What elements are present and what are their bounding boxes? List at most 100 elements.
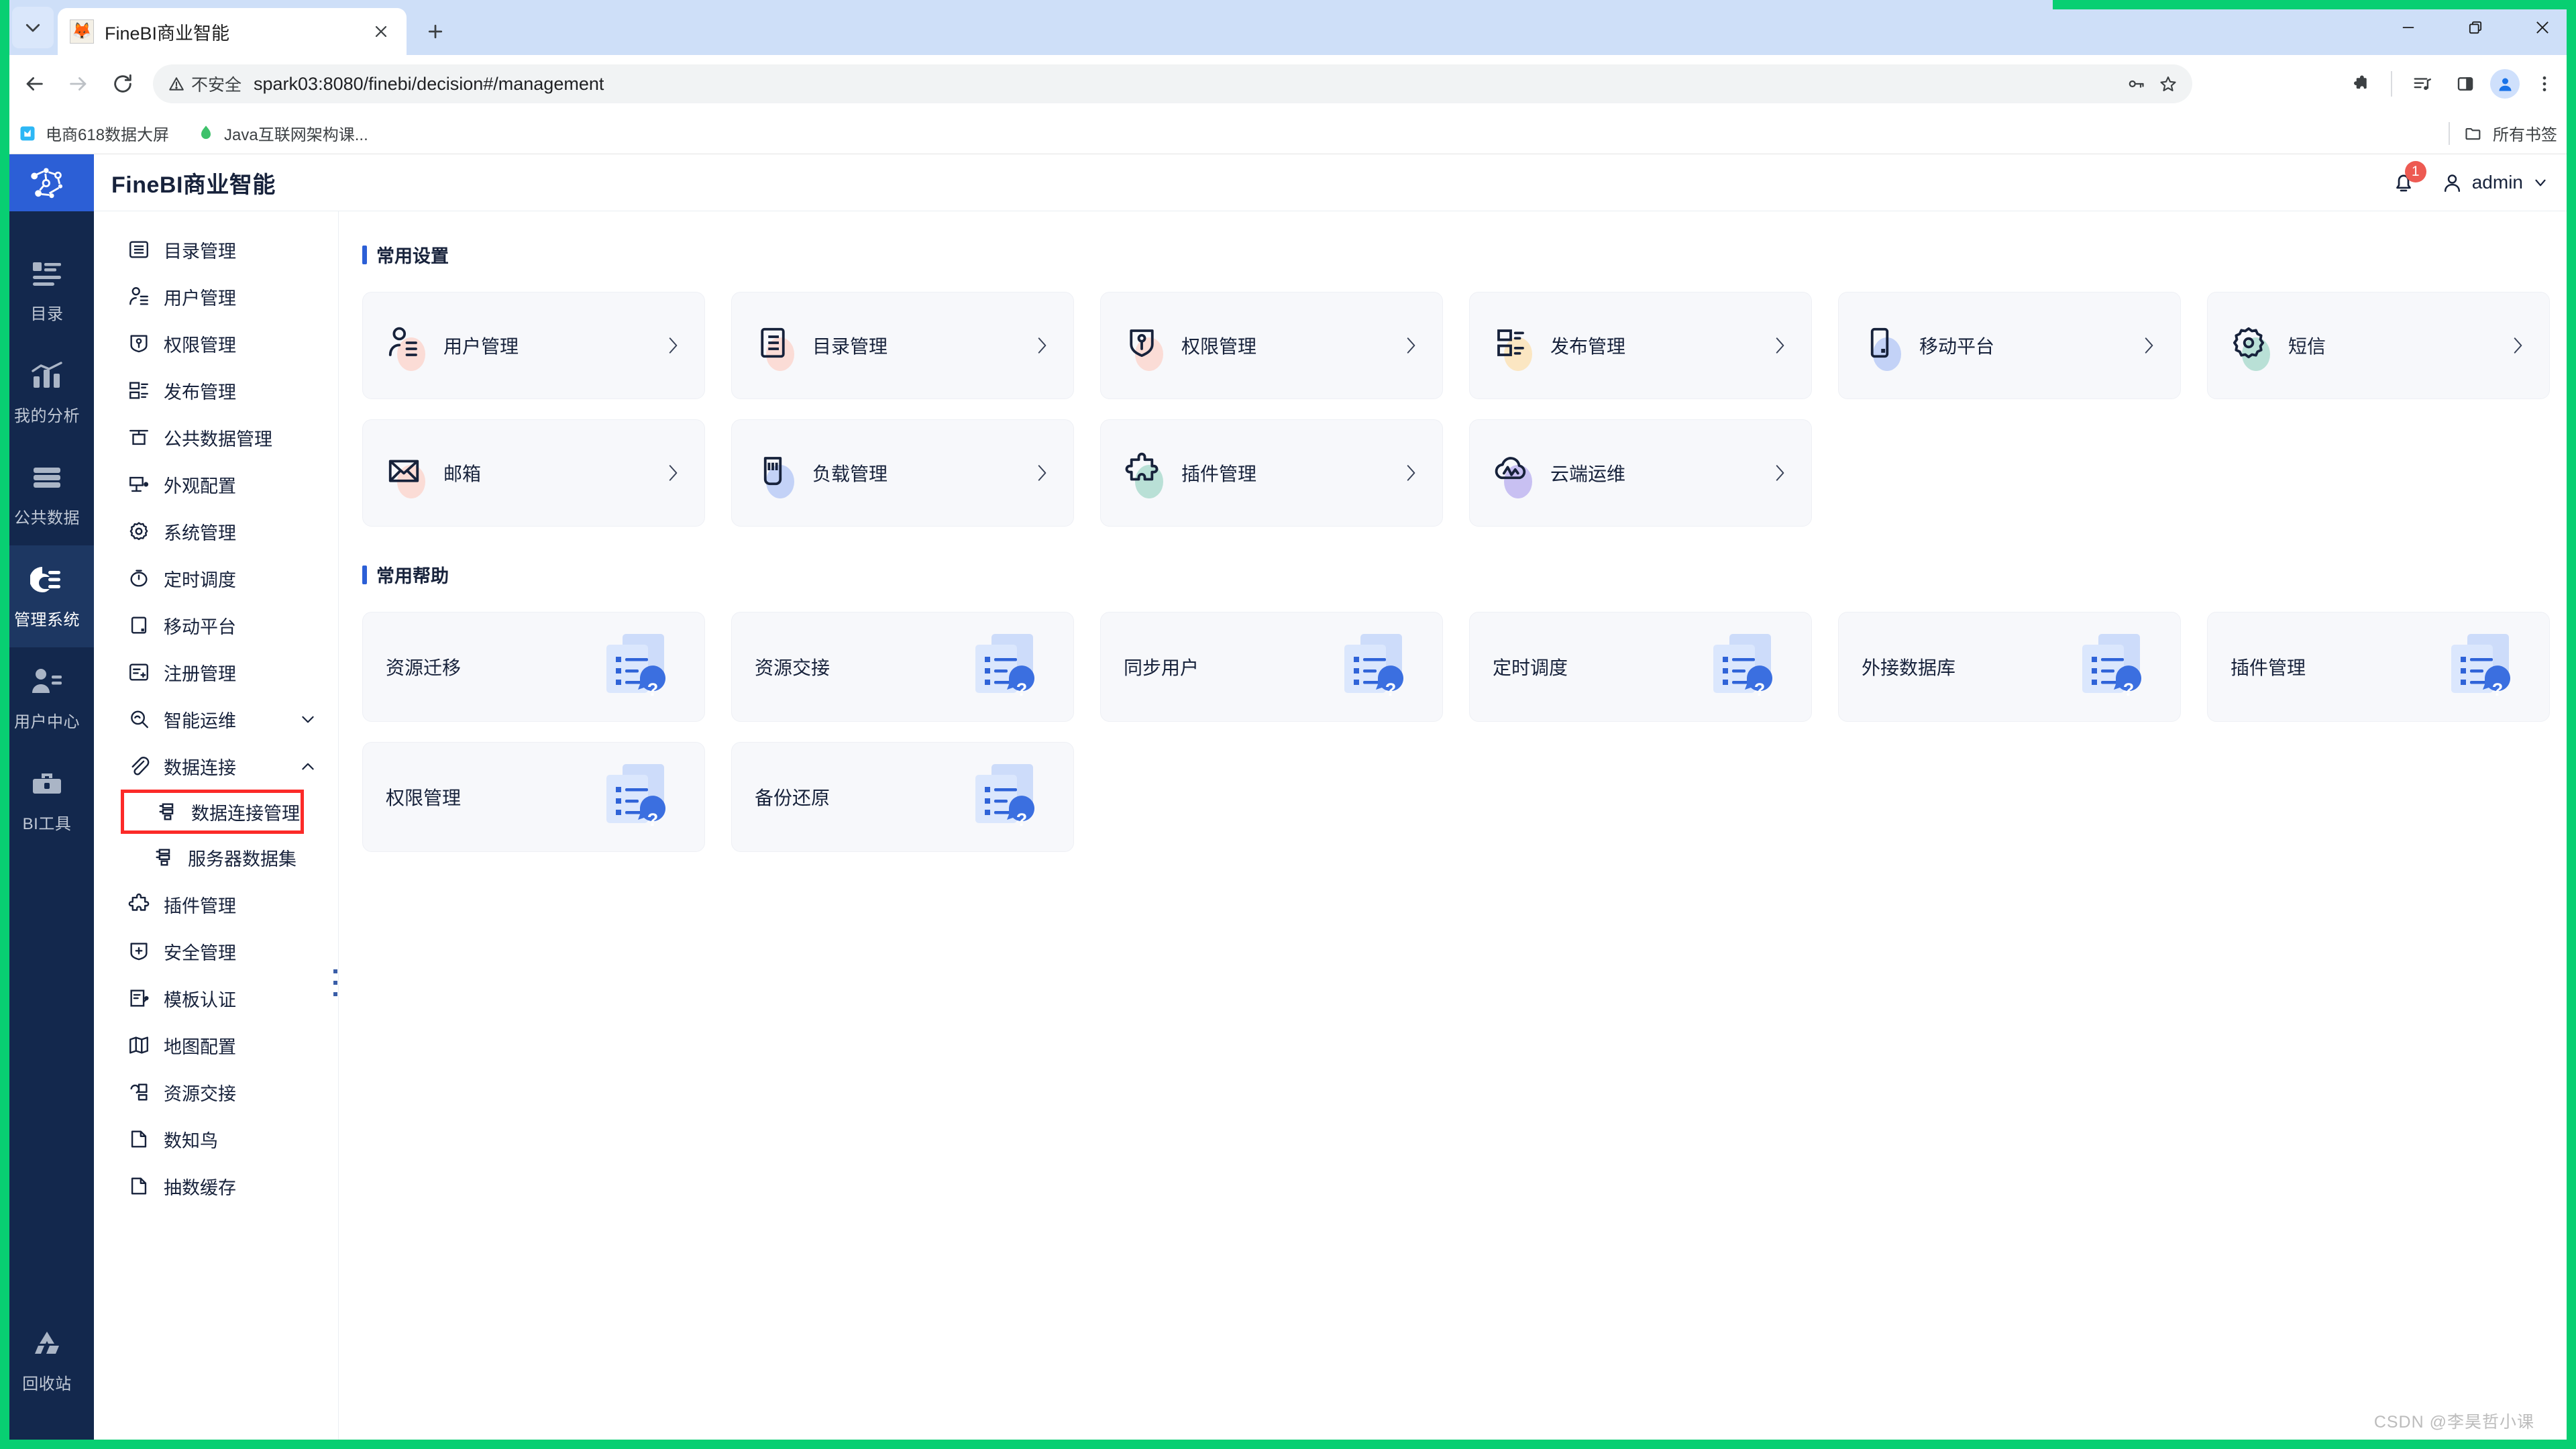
csdn-watermark: CSDN @李昊哲小课: [2373, 1413, 2534, 1432]
menu-item-user-management[interactable]: 用户管理: [94, 273, 338, 320]
load-icon: [755, 452, 791, 488]
bookmark-label: 电商618数据大屏: [46, 126, 170, 144]
menu-item-label: 定时调度: [164, 570, 236, 590]
bookmark-item[interactable]: 电商618数据大屏: [17, 121, 169, 145]
finebi-logo-icon[interactable]: [0, 154, 94, 211]
extensions-puzzle-icon[interactable]: [2343, 66, 2379, 102]
rail-item-recycle-bin[interactable]: 回收站: [0, 1309, 94, 1411]
rail-item-user-center[interactable]: 用户中心: [0, 647, 94, 749]
avatar[interactable]: [2490, 69, 2520, 99]
settings-card-sms[interactable]: 短信: [2207, 292, 2550, 399]
help-card-plugin-management[interactable]: 插件管理 ?: [2207, 612, 2550, 722]
menu-item-server-dataset[interactable]: 服务器数据集: [94, 834, 338, 881]
new-tab-button[interactable]: [417, 13, 453, 50]
bookmark-item[interactable]: Java互联网架构课...: [196, 121, 368, 145]
menu-item-data-connection-management[interactable]: 数据连接管理: [121, 790, 304, 834]
permission-shield-icon: [126, 331, 152, 356]
catalog-icon: [126, 237, 152, 262]
help-card-backup-restore[interactable]: 备份还原 ?: [731, 742, 1074, 852]
menu-item-schedule[interactable]: 定时调度: [94, 555, 338, 602]
bookmark-star-icon[interactable]: [2153, 69, 2183, 99]
help-card-resource-handover[interactable]: 资源交接 ?: [731, 612, 1074, 722]
chevron-down-icon[interactable]: [299, 710, 317, 728]
menu-item-security[interactable]: 安全管理: [94, 928, 338, 975]
browser-tab[interactable]: 🦊 FineBI商业智能: [58, 8, 407, 55]
rail-item-management[interactable]: 管理系统: [0, 545, 94, 647]
menu-item-map-config[interactable]: 地图配置: [94, 1022, 338, 1069]
menu-item-publish[interactable]: 发布管理: [94, 367, 338, 414]
settings-card-mobile-platform[interactable]: 移动平台: [1838, 292, 2181, 399]
url-text: spark03:8080/finebi/decision#/management: [254, 73, 604, 94]
settings-card-permission-management[interactable]: 权限管理: [1100, 292, 1443, 399]
help-card-schedule[interactable]: 定时调度 ?: [1469, 612, 1812, 722]
chevron-up-icon[interactable]: [299, 757, 317, 775]
menu-item-system[interactable]: 系统管理: [94, 508, 338, 555]
menu-item-shuzhiniao[interactable]: 数知鸟: [94, 1116, 338, 1163]
not-secure-indicator[interactable]: 不安全: [168, 72, 241, 96]
security-label: 不安全: [191, 76, 242, 95]
card-icon-wrap: [1493, 325, 1534, 371]
section-accent-bar: [362, 245, 367, 264]
rail-item-catalog[interactable]: 目录: [0, 239, 94, 341]
side-panel-icon[interactable]: [2447, 66, 2483, 102]
user-menu[interactable]: admin: [2441, 172, 2549, 194]
settings-card-user-management[interactable]: 用户管理: [362, 292, 705, 399]
menu-item-public-data[interactable]: 公共数据管理: [94, 414, 338, 461]
password-key-icon[interactable]: [2121, 69, 2151, 99]
help-card-resource-migration[interactable]: 资源迁移 ?: [362, 612, 705, 722]
chevron-right-icon: [2509, 335, 2526, 356]
puzzle-icon: [1124, 452, 1160, 488]
settings-card-mailbox[interactable]: 邮箱: [362, 419, 705, 527]
forward-icon[interactable]: [60, 66, 97, 102]
notifications-button[interactable]: 1: [2389, 161, 2426, 197]
settings-card-publish-management[interactable]: 发布管理: [1469, 292, 1812, 399]
minimize-icon[interactable]: [2375, 0, 2442, 55]
menu-item-template-auth[interactable]: 模板认证: [94, 975, 338, 1022]
chevron-right-icon: [664, 335, 682, 356]
menu-item-label: 系统管理: [164, 523, 236, 543]
template-auth-icon: [126, 985, 152, 1011]
help-card-permission-management[interactable]: 权限管理 ?: [362, 742, 705, 852]
doc-help-icon: ?: [2072, 630, 2151, 708]
omnibox-actions: [2121, 69, 2183, 99]
menu-item-register[interactable]: 注册管理: [94, 649, 338, 696]
menu-item-extract-cache[interactable]: 抽数缓存: [94, 1163, 338, 1210]
rail-item-label: 我的分析: [14, 407, 80, 425]
help-card-external-database[interactable]: 外接数据库 ?: [1838, 612, 2181, 722]
menu-item-catalog[interactable]: 目录管理: [94, 226, 338, 273]
rail-item-bi-tools[interactable]: BI工具: [0, 749, 94, 851]
card-icon-wrap: [755, 325, 796, 371]
close-window-icon[interactable]: [2509, 0, 2576, 55]
menu-item-resource-handover[interactable]: 资源交接: [94, 1069, 338, 1116]
menu-item-mobile[interactable]: 移动平台: [94, 602, 338, 649]
rail-item-label: 公共数据: [14, 508, 80, 527]
all-bookmarks[interactable]: 所有书签: [2445, 121, 2557, 145]
menu-item-appearance[interactable]: 外观配置: [94, 461, 338, 508]
svg-text:?: ?: [2492, 680, 2504, 700]
settings-card-label: 权限管理: [1181, 336, 1257, 357]
rail-item-my-analysis[interactable]: 我的分析: [0, 341, 94, 443]
public-data-icon: [126, 425, 152, 450]
menu-item-smart-ops[interactable]: 智能运维: [94, 696, 338, 743]
menu-item-plugin[interactable]: 插件管理: [94, 881, 338, 928]
settings-card-plugin-management[interactable]: 插件管理: [1100, 419, 1443, 527]
chevron-right-icon: [1402, 463, 1419, 483]
menu-item-permission[interactable]: 权限管理: [94, 320, 338, 367]
maximize-icon[interactable]: [2442, 0, 2509, 55]
chrome-menu-icon[interactable]: [2526, 66, 2563, 102]
menu-item-data-connection[interactable]: 数据连接: [94, 743, 338, 790]
reload-icon[interactable]: [105, 66, 141, 102]
card-icon-wrap: [755, 452, 796, 498]
close-icon[interactable]: [368, 18, 394, 45]
bookmark-chart-icon: [17, 123, 38, 144]
settings-card-cloud-ops[interactable]: 云端运维: [1469, 419, 1812, 527]
media-playlist-icon[interactable]: [2404, 66, 2440, 102]
rail-item-public-data[interactable]: 公共数据: [0, 443, 94, 545]
back-icon[interactable]: [16, 66, 52, 102]
settings-card-load-management[interactable]: 负载管理: [731, 419, 1074, 527]
publish-icon: [1493, 325, 1529, 361]
help-card-sync-users[interactable]: 同步用户 ?: [1100, 612, 1443, 722]
settings-card-catalog-management[interactable]: 目录管理: [731, 292, 1074, 399]
address-bar[interactable]: 不安全 spark03:8080/finebi/decision#/manage…: [153, 64, 2192, 103]
tab-search-chevron-icon[interactable]: [12, 7, 54, 48]
